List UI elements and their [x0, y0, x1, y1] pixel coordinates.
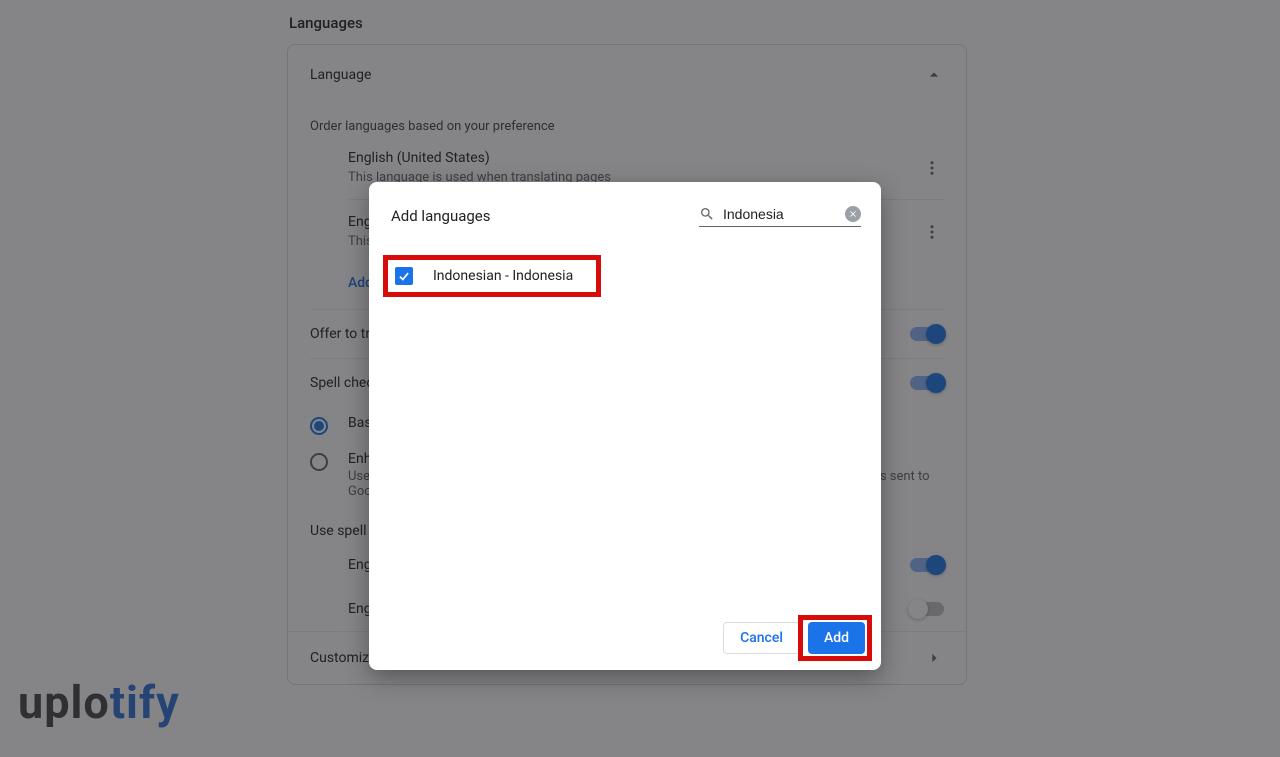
search-field[interactable] — [699, 204, 861, 227]
search-input[interactable] — [723, 206, 837, 222]
checkbox-icon[interactable] — [395, 267, 413, 285]
dialog-actions: Cancel Add — [369, 610, 881, 670]
result-label: Indonesian - Indonesia — [433, 268, 573, 284]
dialog-title: Add languages — [391, 207, 491, 225]
cancel-button[interactable]: Cancel — [723, 622, 800, 654]
results-list: Indonesian - Indonesia — [369, 239, 881, 610]
add-button[interactable]: Add — [808, 622, 865, 654]
add-languages-dialog: Add languages Indonesian - Indonesia Can… — [369, 182, 881, 670]
result-item[interactable]: Indonesian - Indonesia — [391, 255, 859, 297]
search-icon — [699, 206, 715, 222]
clear-search-icon[interactable] — [845, 206, 861, 222]
